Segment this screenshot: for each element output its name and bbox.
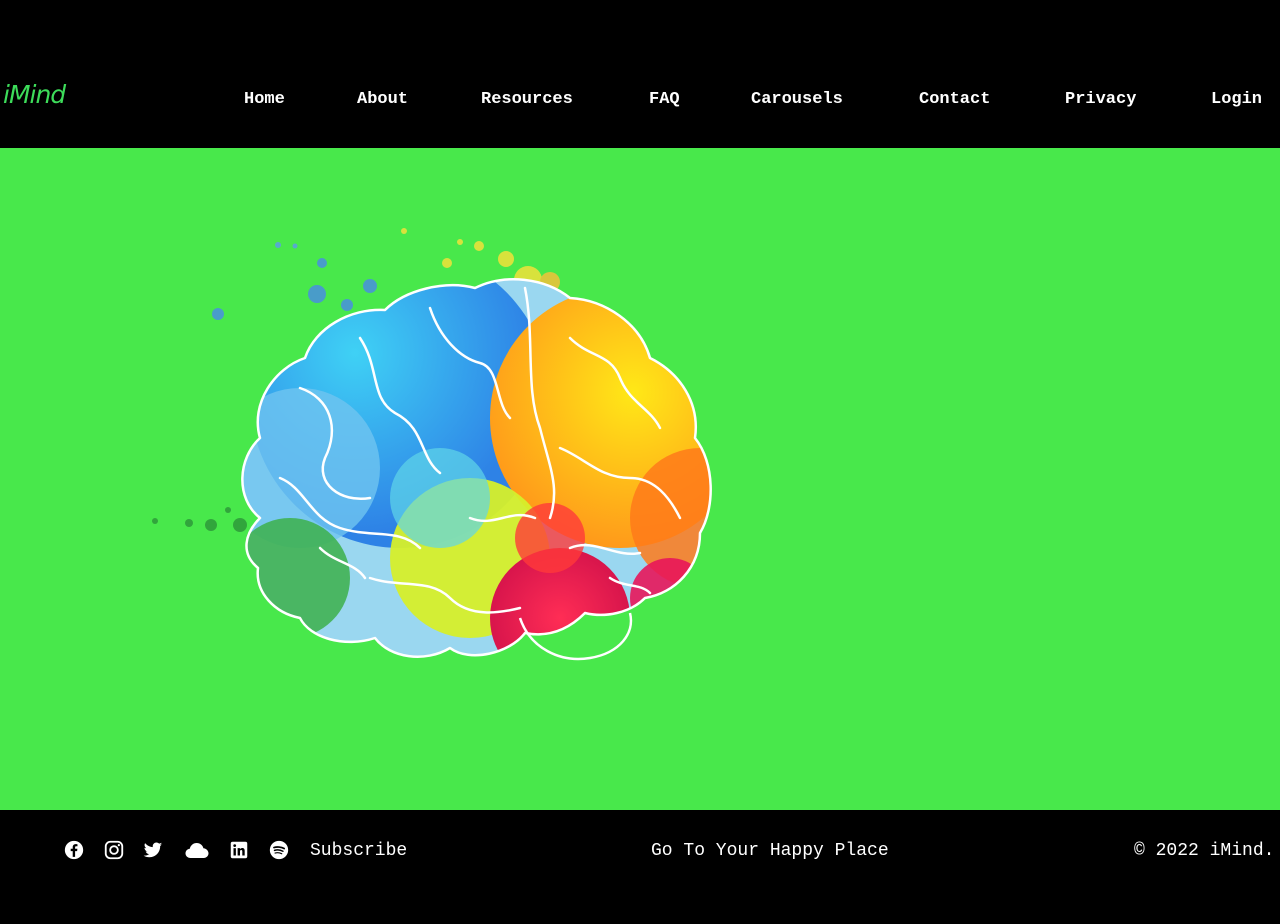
spotify-icon[interactable] <box>268 839 290 861</box>
site-header: iMind Home About Resources FAQ Carousels… <box>0 0 1280 148</box>
hero-section <box>0 148 1280 810</box>
nav-about[interactable]: About <box>357 90 408 109</box>
nav-home[interactable]: Home <box>244 90 285 109</box>
twitter-icon[interactable] <box>142 839 164 861</box>
nav-privacy[interactable]: Privacy <box>1065 90 1136 109</box>
facebook-icon[interactable] <box>63 839 85 861</box>
nav-login[interactable]: Login <box>1211 90 1262 109</box>
nav-faq[interactable]: FAQ <box>649 90 680 109</box>
instagram-icon[interactable] <box>103 839 125 861</box>
nav-carousels[interactable]: Carousels <box>751 90 843 109</box>
page: iMind Home About Resources FAQ Carousels… <box>0 0 1280 924</box>
nav-contact[interactable]: Contact <box>919 90 990 109</box>
brain-illustration <box>152 228 712 661</box>
site-footer: Subscribe Go To Your Happy Place © 2022 … <box>0 810 1280 924</box>
subscribe-link[interactable]: Subscribe <box>310 841 407 861</box>
footer-copyright: © 2022 iMind. <box>1134 841 1275 861</box>
nav-resources[interactable]: Resources <box>481 90 573 109</box>
logo[interactable]: iMind <box>3 80 66 109</box>
linkedin-icon[interactable] <box>228 839 250 861</box>
footer-tagline: Go To Your Happy Place <box>651 841 889 861</box>
cloud-icon[interactable] <box>184 839 210 861</box>
